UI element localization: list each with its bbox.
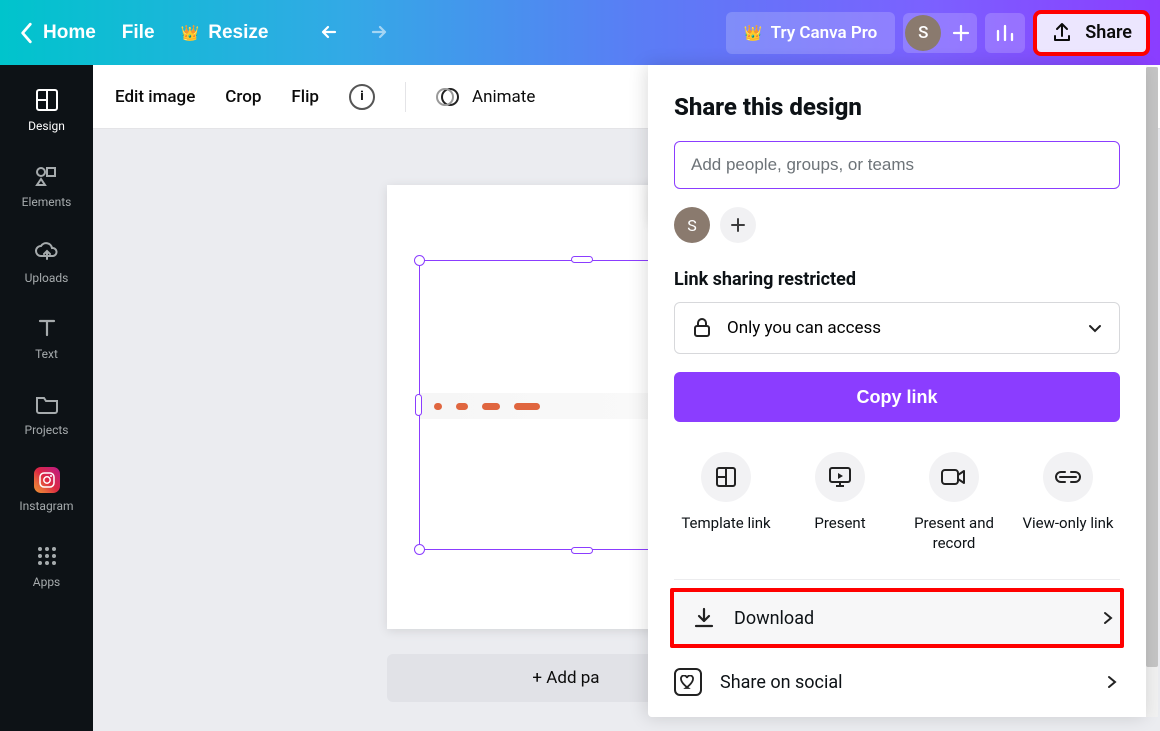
- apps-icon: [34, 543, 60, 569]
- share-icon: [1051, 22, 1073, 44]
- crown-icon: 👑: [744, 24, 763, 42]
- sidebar-item-label: Text: [35, 347, 58, 361]
- redo-button[interactable]: [356, 13, 396, 53]
- file-button[interactable]: File: [122, 22, 155, 44]
- undo-icon: [320, 22, 344, 44]
- access-select[interactable]: Only you can access: [674, 302, 1120, 354]
- copy-link-button[interactable]: Copy link: [674, 372, 1120, 422]
- bar-chart-icon: [994, 22, 1016, 44]
- option-label: Present and record: [902, 514, 1006, 553]
- resize-edge[interactable]: [571, 547, 593, 554]
- animate-button[interactable]: Animate: [436, 85, 535, 109]
- sidebar-item-label: Design: [28, 119, 65, 133]
- undo-button[interactable]: [312, 13, 352, 53]
- sidebar-item-elements[interactable]: Elements: [0, 159, 93, 213]
- share-option-viewonly[interactable]: View-only link: [1016, 452, 1120, 553]
- add-person-button[interactable]: [720, 207, 756, 243]
- chevron-right-icon: [1100, 610, 1116, 626]
- record-icon: [929, 452, 979, 502]
- file-label: File: [122, 22, 155, 44]
- sidebar-item-uploads[interactable]: Uploads: [0, 235, 93, 289]
- present-icon: [815, 452, 865, 502]
- sidebar-item-label: Uploads: [25, 271, 69, 285]
- heart-icon: [674, 668, 702, 696]
- download-icon: [692, 606, 716, 630]
- animate-icon: [436, 85, 460, 109]
- share-label: Share: [1085, 22, 1132, 43]
- home-label: Home: [43, 22, 96, 44]
- sidebar-item-label: Apps: [33, 575, 61, 589]
- sidebar-item-label: Elements: [22, 195, 72, 209]
- download-label: Download: [734, 608, 814, 629]
- edit-image-button[interactable]: Edit image: [115, 87, 195, 107]
- flip-button[interactable]: Flip: [291, 87, 319, 107]
- info-icon[interactable]: i: [349, 84, 375, 110]
- sidebar-item-instagram[interactable]: Instagram: [0, 463, 93, 517]
- resize-edge[interactable]: [571, 256, 593, 263]
- resize-label: Resize: [208, 22, 268, 44]
- avatar: S: [674, 207, 710, 243]
- cloud-upload-icon: [34, 239, 60, 265]
- chevron-left-icon: [20, 22, 34, 44]
- crown-icon: 👑: [181, 24, 200, 42]
- option-label: Present: [814, 514, 865, 534]
- try-pro-button[interactable]: 👑 Try Canva Pro: [726, 12, 895, 54]
- share-option-template-link[interactable]: Template link: [674, 452, 778, 553]
- separator: [405, 82, 406, 112]
- share-panel: Share this design S Link sharing restric…: [648, 65, 1146, 717]
- folder-icon: [34, 391, 60, 417]
- top-header: Home File 👑 Resize 👑 Try Canva Pro S: [0, 0, 1160, 65]
- option-label: View-only link: [1022, 514, 1113, 534]
- scroll-thumb[interactable]: [1146, 67, 1158, 667]
- chevron-right-icon: [1104, 674, 1120, 690]
- option-label: Template link: [681, 514, 770, 534]
- resize-button[interactable]: 👑 Resize: [181, 22, 269, 44]
- share-option-present[interactable]: Present: [788, 452, 892, 553]
- add-page-label: + Add pa: [532, 668, 599, 688]
- sidebar-item-label: Instagram: [19, 499, 73, 513]
- template-icon: [701, 452, 751, 502]
- shapes-icon: [34, 163, 60, 189]
- plus-icon: [951, 23, 971, 43]
- sidebar-item-text[interactable]: Text: [0, 311, 93, 365]
- share-button[interactable]: Share: [1033, 10, 1150, 56]
- text-icon: [34, 315, 60, 341]
- sidebar-item-label: Projects: [25, 423, 69, 437]
- link-section-title: Link sharing restricted: [674, 269, 1120, 290]
- instagram-icon: [34, 467, 60, 493]
- link-icon: [1043, 452, 1093, 502]
- share-option-present-record[interactable]: Present and record: [902, 452, 1006, 553]
- layout-icon: [34, 87, 60, 113]
- chevron-down-icon: [1087, 320, 1103, 336]
- access-label: Only you can access: [727, 318, 881, 338]
- scrollbar[interactable]: [1146, 67, 1158, 717]
- resize-handle[interactable]: [414, 255, 425, 266]
- plus-icon: [730, 217, 746, 233]
- download-row[interactable]: Download: [670, 588, 1124, 648]
- share-social-label: Share on social: [720, 672, 843, 693]
- crop-button[interactable]: Crop: [225, 87, 261, 107]
- resize-edge[interactable]: [415, 394, 422, 416]
- sidebar-item-apps[interactable]: Apps: [0, 539, 93, 593]
- sidebar-item-projects[interactable]: Projects: [0, 387, 93, 441]
- resize-handle[interactable]: [414, 544, 425, 555]
- try-pro-label: Try Canva Pro: [771, 23, 878, 43]
- home-button[interactable]: Home: [20, 22, 96, 44]
- insights-button[interactable]: [985, 13, 1025, 53]
- account-group[interactable]: S: [903, 13, 977, 53]
- add-people-input[interactable]: [674, 141, 1120, 189]
- copy-link-label: Copy link: [856, 387, 937, 407]
- sidebar-item-design[interactable]: Design: [0, 83, 93, 137]
- avatar: S: [905, 15, 941, 51]
- share-social-row[interactable]: Share on social: [674, 650, 1120, 714]
- panel-title: Share this design: [674, 93, 1120, 121]
- redo-icon: [364, 22, 388, 44]
- left-sidebar: Design Elements Uploads Text Projects In…: [0, 65, 93, 731]
- animate-label: Animate: [472, 87, 535, 107]
- lock-icon: [691, 317, 713, 339]
